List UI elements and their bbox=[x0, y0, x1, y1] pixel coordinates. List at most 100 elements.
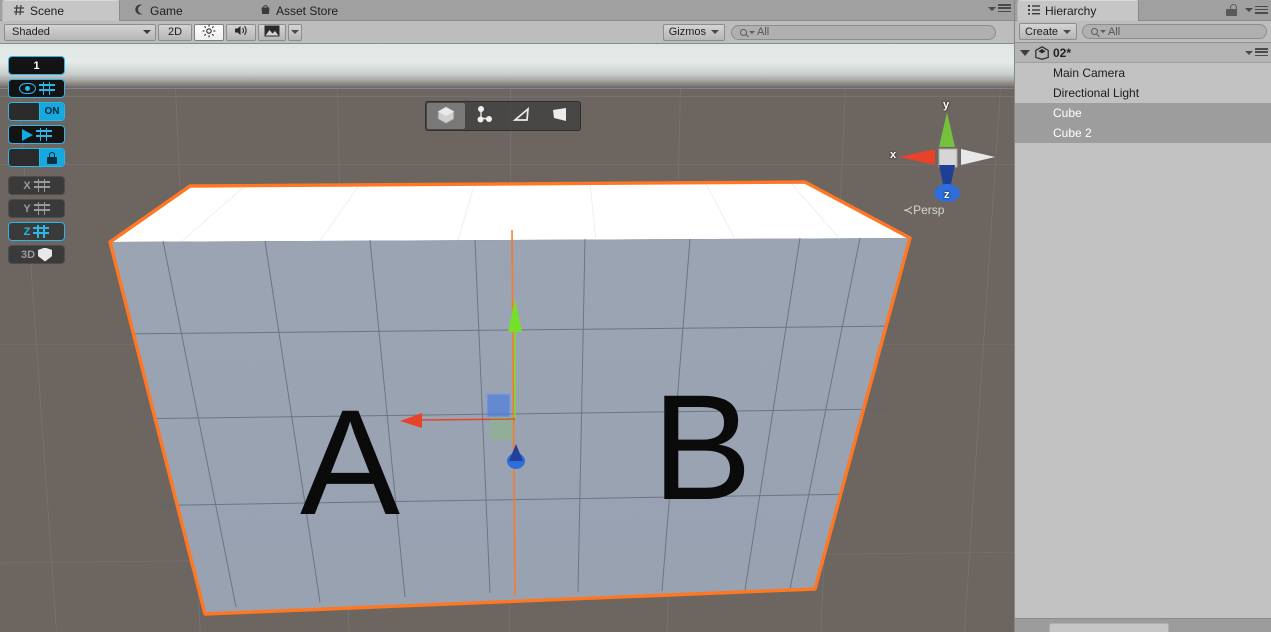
hierarchy-search-input[interactable]: All bbox=[1082, 24, 1267, 39]
arrow-right-icon bbox=[21, 128, 33, 141]
chevron-down-icon bbox=[1245, 8, 1253, 12]
gizmo-plane-handle[interactable] bbox=[486, 393, 511, 418]
draw-mode-label: Shaded bbox=[12, 26, 50, 38]
cube-icon bbox=[436, 105, 456, 128]
tab-asset-store-label: Asset Store bbox=[276, 3, 339, 18]
hierarchy-scene-row[interactable]: 02* bbox=[1015, 43, 1271, 63]
tab-hierarchy[interactable]: Hierarchy bbox=[1017, 0, 1139, 21]
progrids-3d-label: 3D bbox=[20, 248, 36, 261]
scene-search-value: All bbox=[757, 26, 770, 38]
expand-arrow-icon[interactable] bbox=[1020, 49, 1030, 56]
effects-dropdown[interactable] bbox=[288, 23, 302, 41]
progrids-toggle-3d-button[interactable]: 3D bbox=[8, 245, 65, 264]
gizmo-axis-x-label: x bbox=[890, 149, 897, 161]
grid-icon bbox=[33, 225, 50, 238]
progrids-axis-y-label: Y bbox=[23, 202, 31, 215]
progrids-axis-z-button[interactable]: Z bbox=[8, 222, 65, 241]
progrids-axis-x-label: X bbox=[23, 179, 31, 192]
edge-mode-button[interactable] bbox=[503, 103, 541, 129]
gizmo-x-cone[interactable] bbox=[899, 149, 935, 165]
gizmo-y-cone[interactable] bbox=[939, 112, 955, 147]
hierarchy-item-cube-2[interactable]: Cube 2 bbox=[1015, 123, 1271, 143]
scene-tabstrip: Scene Game Asset Store bbox=[0, 0, 1014, 21]
cube-top-face bbox=[110, 182, 910, 242]
tab-scene[interactable]: Scene bbox=[2, 0, 120, 21]
sun-icon bbox=[202, 24, 216, 41]
hierarchy-item-label: Cube 2 bbox=[1053, 126, 1092, 140]
hierarchy-item-cube[interactable]: Cube bbox=[1015, 103, 1271, 123]
eye-icon bbox=[18, 83, 36, 94]
progrids-snap-state: ON bbox=[40, 103, 64, 120]
hierarchy-list-icon bbox=[1028, 4, 1040, 18]
tab-hierarchy-label: Hierarchy bbox=[1045, 4, 1097, 18]
toggle-audio-button[interactable] bbox=[226, 23, 256, 41]
hierarchy-panel-options[interactable] bbox=[1226, 4, 1268, 16]
hierarchy-tabstrip: Hierarchy bbox=[1015, 0, 1271, 21]
speaker-icon bbox=[234, 24, 249, 40]
progrids-toggle-grid-visibility-button[interactable] bbox=[8, 79, 65, 98]
grid-icon bbox=[35, 128, 52, 141]
tab-asset-store[interactable]: Asset Store bbox=[250, 0, 352, 21]
scene-geometry[interactable]: A B bbox=[0, 44, 1014, 632]
progrids-lock-grid-button[interactable] bbox=[8, 148, 65, 167]
scene-panel: Scene Game Asset Store Shaded 2D Gizmos … bbox=[0, 0, 1014, 632]
shield-icon bbox=[38, 247, 53, 262]
chevron-down-icon bbox=[1245, 50, 1253, 55]
toggle-2d-button[interactable]: 2D bbox=[158, 23, 192, 41]
scene-row-options[interactable] bbox=[1245, 48, 1268, 57]
hierarchy-item-main-camera[interactable]: Main Camera bbox=[1015, 63, 1271, 83]
toggle-effects-button[interactable] bbox=[258, 23, 286, 41]
search-icon bbox=[740, 28, 747, 36]
scene-view-gizmo[interactable]: y x z ≺Persp bbox=[885, 99, 1010, 224]
hierarchy-object-list[interactable]: Main Camera Directional Light Cube Cube … bbox=[1015, 63, 1271, 143]
create-button-label: Create bbox=[1025, 25, 1059, 38]
options-menu-icon bbox=[1255, 48, 1268, 57]
progrids-axis-x-button[interactable]: X bbox=[8, 176, 65, 195]
cube-b-label: B bbox=[652, 363, 752, 531]
object-mode-button[interactable] bbox=[427, 103, 465, 129]
progrids-axis-y-button[interactable]: Y bbox=[8, 199, 65, 218]
create-button[interactable]: Create bbox=[1019, 23, 1078, 40]
gamepad-icon bbox=[134, 3, 145, 18]
chevron-down-icon bbox=[1063, 29, 1072, 34]
progrids-snap-value: 1 bbox=[33, 59, 40, 72]
toggle-lighting-button[interactable] bbox=[194, 23, 224, 41]
hierarchy-item-label: Main Camera bbox=[1053, 66, 1126, 80]
toggle-2d-label: 2D bbox=[167, 26, 183, 38]
tab-game[interactable]: Game bbox=[124, 0, 197, 21]
progrids-snap-value-button[interactable]: 1 bbox=[8, 56, 65, 75]
probuilder-mode-toolbar[interactable] bbox=[425, 101, 581, 131]
image-icon bbox=[264, 25, 280, 40]
gizmos-dropdown[interactable]: Gizmos bbox=[662, 23, 725, 41]
lock-icon bbox=[46, 151, 58, 164]
tab-scene-label: Scene bbox=[30, 4, 65, 18]
hierarchy-item-label: Cube bbox=[1053, 106, 1082, 120]
hierarchy-item-label: Directional Light bbox=[1053, 86, 1140, 100]
scene-viewport[interactable]: A B 1 ON X Y Z 3D y x z ≺Persp bbox=[0, 44, 1014, 632]
unity-scene-icon bbox=[1035, 45, 1049, 60]
gizmo-center-cube[interactable] bbox=[938, 148, 958, 168]
gizmos-label: Gizmos bbox=[668, 26, 706, 38]
projection-prefix: ≺ bbox=[903, 203, 914, 217]
progrids-snap-enabled-button[interactable]: ON bbox=[8, 102, 65, 121]
projection-mode-label[interactable]: ≺Persp bbox=[903, 203, 944, 217]
progrids-push-to-grid-button[interactable] bbox=[8, 125, 65, 144]
unlock-icon[interactable] bbox=[1226, 4, 1237, 16]
vertex-icon bbox=[474, 105, 494, 128]
scene-search-input[interactable]: All bbox=[731, 24, 996, 40]
scene-panel-options[interactable] bbox=[988, 4, 1011, 13]
projection-value: Persp bbox=[913, 203, 945, 217]
gizmo-axis-z-label: z bbox=[944, 189, 950, 201]
grid-icon bbox=[38, 82, 55, 95]
hierarchy-search-value: All bbox=[1108, 25, 1121, 38]
vertex-mode-button[interactable] bbox=[465, 103, 503, 129]
chevron-down-icon bbox=[988, 6, 996, 11]
gizmo-plane-handle[interactable] bbox=[489, 416, 514, 441]
progrids-toolbar[interactable]: 1 ON X Y Z 3D bbox=[8, 56, 65, 264]
draw-mode-dropdown[interactable]: Shaded bbox=[4, 23, 156, 41]
face-mode-button[interactable] bbox=[541, 103, 579, 129]
edge-icon bbox=[512, 105, 532, 128]
hierarchy-item-directional-light[interactable]: Directional Light bbox=[1015, 83, 1271, 103]
gizmo-negative-x-cone[interactable] bbox=[961, 149, 995, 165]
bottom-panel-tab[interactable] bbox=[1049, 623, 1169, 632]
